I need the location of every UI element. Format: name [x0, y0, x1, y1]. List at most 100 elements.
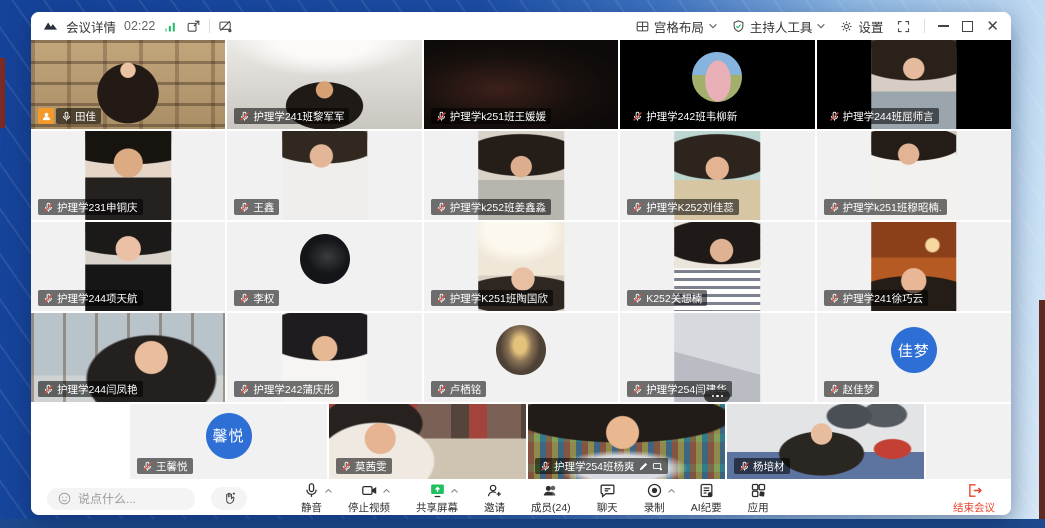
participant-tile[interactable]: 护理学241班黎军军 — [227, 40, 421, 129]
emoji-smile-icon — [57, 491, 72, 506]
bottom-toolbar: 说点什么... 静音停止视频 共享屏幕 邀请成员(24) 聊天录制 AI纪要 应用 结束会… — [31, 482, 1011, 515]
participant-tile[interactable]: 馨悦王馨悦 — [130, 404, 327, 479]
participant-tile[interactable]: 李权 — [227, 222, 421, 311]
participant-name: 护理学k251班穆昭楠. — [843, 200, 942, 215]
participant-tile[interactable]: 护理学241徐巧云 — [817, 222, 1011, 311]
quick-chat-input[interactable]: 说点什么... — [47, 488, 195, 510]
participant-tile[interactable]: 护理学242班韦柳新 — [620, 40, 814, 129]
apps-icon — [750, 482, 767, 499]
participant-video-portrait — [282, 131, 368, 220]
participant-tile[interactable]: 护理学k252班姜鑫淼 — [424, 131, 618, 220]
video-grid: 田佳 护理学241班黎军军 护理学k251班王媛媛 护理学242班韦柳新 护理学244班… — [31, 40, 1011, 402]
participant-label: 护理学241班黎军军 — [234, 108, 349, 124]
participant-tile[interactable]: 护理学244班屈师言 — [817, 40, 1011, 129]
toolbar-button-label: AI纪要 — [691, 500, 722, 515]
maximize-button[interactable] — [962, 21, 973, 32]
meeting-window: 会议详情 02:22 宫格布局 — [31, 12, 1011, 515]
participant-tile[interactable]: 佳梦赵佳梦 — [817, 313, 1011, 402]
mic-on-icon — [61, 111, 72, 122]
video-grid-last-row: 馨悦王馨悦莫茜雯 护理学254班杨爽杨培材 — [31, 404, 1011, 479]
mic-icon — [303, 482, 320, 499]
chat-button[interactable]: 聊天 — [597, 482, 618, 515]
participant-tile[interactable]: 护理学242蒲庆彤 — [227, 313, 421, 402]
avatar: 佳梦 — [891, 327, 937, 373]
participant-tile[interactable]: 护理学K251班陶国欣 — [424, 222, 618, 311]
participant-label: 护理学k251班穆昭楠. — [824, 199, 947, 215]
title-bar: 会议详情 02:22 宫格布局 — [31, 12, 1011, 40]
close-button[interactable]: ✕ — [986, 19, 999, 34]
end-meeting-button[interactable]: 结束会议 — [953, 482, 995, 515]
chevron-up-icon[interactable] — [667, 486, 676, 498]
toolbar-button-label: 停止视频 — [348, 500, 390, 515]
mute-button[interactable]: 静音 — [301, 482, 322, 515]
participant-label: 护理学242蒲庆彤 — [234, 381, 339, 397]
share-screen-button[interactable]: 共享屏幕 — [416, 482, 458, 515]
avatar — [496, 325, 546, 375]
raise-hand-button[interactable] — [211, 487, 247, 510]
open-window-icon[interactable] — [186, 19, 201, 34]
members-button[interactable]: 成员(24) — [531, 482, 571, 515]
mic-muted-icon — [239, 293, 250, 304]
host-tools-button[interactable]: 主持人工具 — [731, 17, 827, 36]
participant-tile[interactable]: 护理学231申铜庆 — [31, 131, 225, 220]
participant-tile[interactable]: 护理学K252刘佳蕊 — [620, 131, 814, 220]
meeting-timer: 02:22 — [124, 19, 155, 33]
participant-tile[interactable]: 护理学254闫建华 — [620, 313, 814, 402]
participant-name: 护理学242蒲庆彤 — [253, 382, 334, 397]
participant-label: 护理学K252刘佳蕊 — [627, 199, 739, 215]
fullscreen-button[interactable] — [896, 19, 911, 34]
participant-label: 护理学k251班王媛媛 — [431, 108, 551, 124]
participant-label: 李权 — [234, 290, 279, 306]
participant-label: 莫茜雯 — [336, 458, 392, 474]
participant-tile[interactable]: 杨培材 — [727, 404, 924, 479]
invite-icon — [486, 482, 503, 499]
participant-tile[interactable]: 田佳 — [31, 40, 225, 129]
stop-video-button[interactable]: 停止视频 — [348, 482, 390, 515]
participant-label: 护理学k252班姜鑫淼 — [431, 199, 551, 215]
layout-button[interactable]: 宫格布局 — [635, 17, 718, 36]
ai-notes-button[interactable]: AI纪要 — [691, 482, 722, 515]
participant-tile[interactable]: 卢栖铭 — [424, 313, 618, 402]
divider — [924, 19, 925, 33]
mic-muted-icon — [829, 111, 840, 122]
participant-name: 护理学k252班姜鑫淼 — [450, 200, 546, 215]
chevron-up-icon[interactable] — [450, 486, 459, 498]
participant-tile[interactable]: 护理学244项天航 — [31, 222, 225, 311]
meeting-details-button[interactable]: 会议详情 — [66, 17, 116, 36]
tile-more-button[interactable] — [704, 390, 730, 402]
mic-muted-icon — [632, 384, 643, 395]
toolbar-button-label: 共享屏幕 — [416, 500, 458, 515]
chevron-up-icon[interactable] — [382, 486, 391, 498]
participant-label: 田佳 — [38, 108, 101, 124]
beauty-filter-off-icon[interactable] — [218, 19, 233, 34]
participant-tile[interactable]: 护理学k251班穆昭楠. — [817, 131, 1011, 220]
toolbar-center-buttons: 静音停止视频 共享屏幕 邀请成员(24) 聊天录制 AI纪要 应用 — [301, 482, 769, 515]
participant-tile[interactable]: 护理学244闫凤艳 — [31, 313, 225, 402]
mic-muted-icon — [43, 384, 54, 395]
participant-tile[interactable]: K252关想楠 — [620, 222, 814, 311]
minimize-button[interactable] — [938, 25, 949, 27]
apps-button[interactable]: 应用 — [748, 482, 769, 515]
participant-tile[interactable]: 莫茜雯 — [329, 404, 526, 479]
divider — [209, 19, 210, 33]
meeting-logo-icon — [43, 19, 58, 34]
settings-button[interactable]: 设置 — [839, 17, 883, 36]
mic-muted-icon — [239, 384, 250, 395]
mic-muted-icon — [43, 202, 54, 213]
avatar-initials: 佳梦 — [898, 340, 930, 361]
record-button[interactable]: 录制 — [644, 482, 665, 515]
participant-name: 护理学242班韦柳新 — [646, 109, 737, 124]
mic-muted-icon — [829, 293, 840, 304]
settings-button-label: 设置 — [858, 17, 883, 36]
participant-tile[interactable]: 护理学254班杨爽 — [528, 404, 725, 479]
ai-notes-icon — [698, 482, 715, 499]
participant-name: 田佳 — [75, 109, 96, 124]
participant-tile[interactable]: 护理学k251班王媛媛 — [424, 40, 618, 129]
chevron-up-icon[interactable] — [324, 486, 333, 498]
shield-check-icon — [731, 19, 746, 34]
toolbar-button-label: 录制 — [644, 500, 665, 515]
mic-muted-icon — [632, 202, 643, 213]
invite-button[interactable]: 邀请 — [484, 482, 505, 515]
participant-tile[interactable]: 王鑫 — [227, 131, 421, 220]
participant-label: 护理学244班屈师言 — [824, 108, 939, 124]
